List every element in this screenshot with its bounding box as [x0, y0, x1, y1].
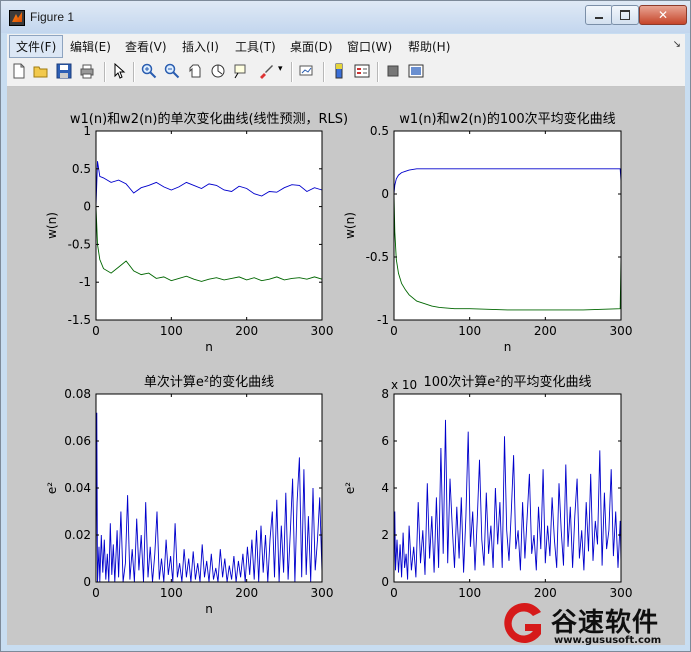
y-tick-label: -1.5	[68, 313, 91, 327]
menu-desktop[interactable]: 桌面(D)	[290, 38, 333, 55]
menu-file[interactable]: 文件(F)	[9, 35, 64, 58]
rotate-3d-icon[interactable]	[210, 63, 226, 79]
menu-insert[interactable]: 插入(I)	[182, 38, 219, 55]
show-plot-tools-icon[interactable]	[408, 63, 424, 79]
y-axis-label: w(n)	[45, 212, 59, 239]
y-tick-label: -1	[79, 275, 91, 289]
x-tick-label: 0	[390, 324, 398, 338]
axes-background	[96, 131, 322, 320]
axes-background	[96, 394, 322, 582]
watermark-text: 谷速软件	[551, 608, 660, 638]
chart-title: 100次计算e²的平均变化曲线	[423, 374, 591, 390]
zoom-out-icon[interactable]	[164, 63, 180, 79]
link-plot-icon[interactable]	[299, 63, 315, 79]
y-axis-multiplier: x 10	[391, 378, 417, 392]
y-tick-label: -0.5	[68, 237, 91, 251]
y-tick-label: 0.5	[72, 162, 91, 176]
menu-bar: 文件(F) 编辑(E) 查看(V) 插入(I) 工具(T) 桌面(D) 窗口(W…	[7, 34, 685, 58]
chart-title: w1(n)和w2(n)的单次变化曲线(线性预测，RLS)	[70, 111, 348, 127]
menubar-arrow-icon[interactable]: ↘	[673, 39, 681, 50]
legend-icon[interactable]	[354, 63, 370, 79]
title-bar[interactable]: Figure 1 ✕	[1, 1, 690, 33]
x-tick-label: 200	[235, 324, 258, 338]
watermark: 谷速软件 www.gususoft.com	[497, 598, 687, 650]
y-tick-label: 0	[83, 200, 91, 214]
x-tick-label: 100	[160, 586, 183, 600]
axes-background	[394, 131, 621, 320]
new-figure-icon[interactable]	[11, 63, 27, 79]
y-tick-label: 4	[381, 481, 389, 495]
chart-title: 单次计算e²的变化曲线	[144, 374, 274, 390]
gususoft-logo-icon	[504, 603, 541, 643]
y-axis-label: w(n)	[343, 212, 357, 239]
menu-edit[interactable]: 编辑(E)	[70, 38, 111, 55]
axes-background	[394, 394, 621, 582]
chart-title: w1(n)和w2(n)的100次平均变化曲线	[399, 111, 615, 127]
x-tick-label: 200	[534, 324, 557, 338]
window-title: Figure 1	[30, 10, 75, 24]
toolbar-separator	[104, 62, 106, 82]
x-tick-label: 0	[92, 324, 100, 338]
save-icon[interactable]	[56, 63, 72, 79]
y-tick-label: 0.02	[64, 528, 91, 542]
brush-dropdown-icon[interactable]: ▾	[278, 64, 283, 74]
y-tick-label: 0.08	[64, 387, 91, 401]
y-tick-label: 6	[381, 434, 389, 448]
x-tick-label: 100	[160, 324, 183, 338]
y-tick-label: 0.5	[370, 124, 389, 138]
y-axis-label: e²	[45, 482, 59, 494]
menu-view[interactable]: 查看(V)	[125, 38, 167, 55]
y-axis-label: e²	[343, 482, 357, 494]
x-tick-label: 0	[92, 586, 100, 600]
y-tick-label: 0	[83, 575, 91, 589]
pan-icon[interactable]	[187, 63, 203, 79]
x-tick-label: 300	[311, 586, 334, 600]
menu-help[interactable]: 帮助(H)	[408, 38, 450, 55]
x-tick-label: 200	[235, 586, 258, 600]
data-cursor-icon[interactable]	[233, 63, 249, 79]
x-axis-label: n	[205, 340, 213, 354]
subplot-2[interactable]	[393, 130, 622, 321]
print-icon[interactable]	[79, 63, 95, 79]
zoom-in-icon[interactable]	[141, 63, 157, 79]
y-tick-label: 8	[381, 387, 389, 401]
menu-tools[interactable]: 工具(T)	[235, 38, 276, 55]
y-tick-label: -0.5	[366, 250, 389, 264]
x-tick-label: 300	[311, 324, 334, 338]
toolbar-separator	[291, 62, 293, 82]
subplot-1[interactable]	[95, 130, 323, 321]
plot-area: 0 100 200 300-1.5-1-0.500.51w1(n)和w2(n)的单次变…	[45, 111, 633, 616]
maximize-button[interactable]	[611, 5, 639, 25]
figure-window: Figure 1 ✕ 文件(F) 编辑(E) 查看(V) 插入(I) 工具(T)…	[0, 0, 691, 652]
x-tick-label: 100	[458, 586, 481, 600]
hide-plot-tools-icon[interactable]	[385, 63, 401, 79]
y-tick-label: 0	[381, 187, 389, 201]
toolbar-separator	[133, 62, 135, 82]
open-file-icon[interactable]	[33, 63, 49, 79]
close-button[interactable]: ✕	[639, 5, 687, 25]
x-axis-label: n	[205, 602, 213, 616]
brush-icon[interactable]	[258, 63, 274, 79]
menu-window[interactable]: 窗口(W)	[347, 38, 392, 55]
y-tick-label: 2	[381, 528, 389, 542]
figure-toolbar: ▾	[7, 58, 685, 87]
toolbar-separator	[323, 62, 325, 82]
toolbar-separator	[377, 62, 379, 82]
figure-canvas: 0 100 200 300 -1.5 -1 -0.5 0 0.5 1 w1(n)和w2(n)的单次变…	[7, 87, 685, 645]
y-tick-label: 0.06	[64, 434, 91, 448]
x-tick-label: 100	[458, 324, 481, 338]
pointer-icon[interactable]	[111, 63, 127, 79]
x-tick-label: 0	[390, 586, 398, 600]
minimize-button[interactable]	[585, 5, 613, 25]
y-tick-label: -1	[377, 313, 389, 327]
watermark-url: www.gususoft.com	[554, 635, 662, 646]
y-tick-label: 0.04	[64, 481, 91, 495]
x-tick-label: 300	[610, 324, 633, 338]
y-tick-label: 0	[381, 575, 389, 589]
subplot-4[interactable]	[393, 393, 622, 583]
colorbar-icon[interactable]	[331, 63, 347, 79]
x-axis-label: n	[504, 340, 512, 354]
matlab-logo-icon	[9, 10, 25, 26]
subplot-3[interactable]	[95, 393, 323, 583]
